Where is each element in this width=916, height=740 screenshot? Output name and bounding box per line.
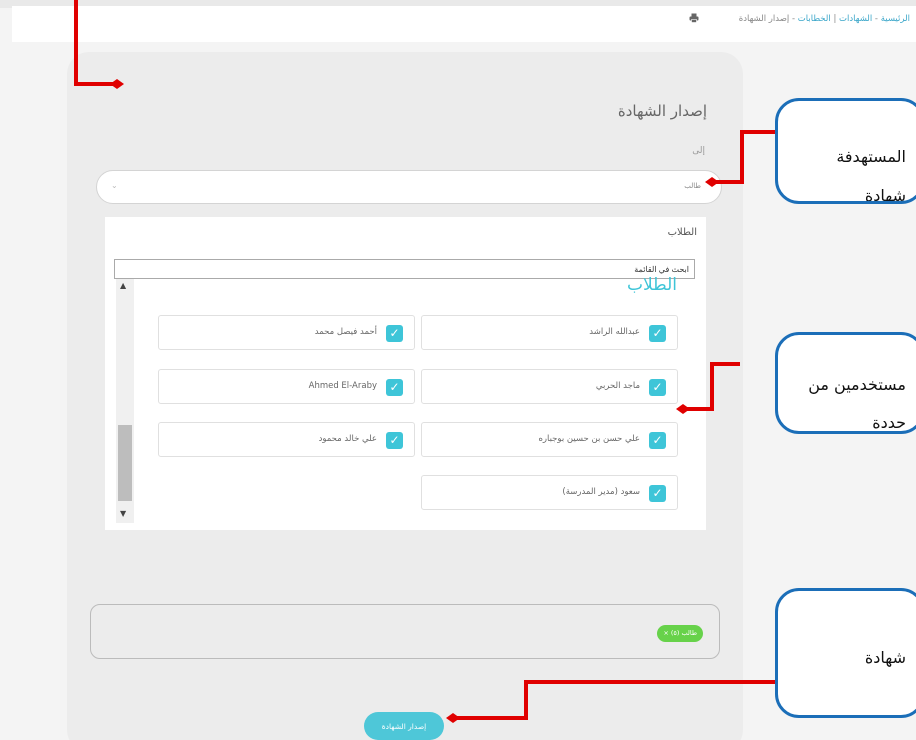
- annotation-arrow: [457, 680, 775, 720]
- annotation-arrow: [74, 0, 116, 86]
- annotation-arrows: [74, 0, 775, 723]
- annotation-arrow: [715, 130, 775, 184]
- arrow-head-icon: [446, 713, 460, 723]
- annotation-arrow: [686, 362, 740, 411]
- arrow-head-icon: [705, 177, 719, 187]
- arrow-head-icon: [676, 404, 690, 414]
- arrow-head-icon: [110, 79, 124, 89]
